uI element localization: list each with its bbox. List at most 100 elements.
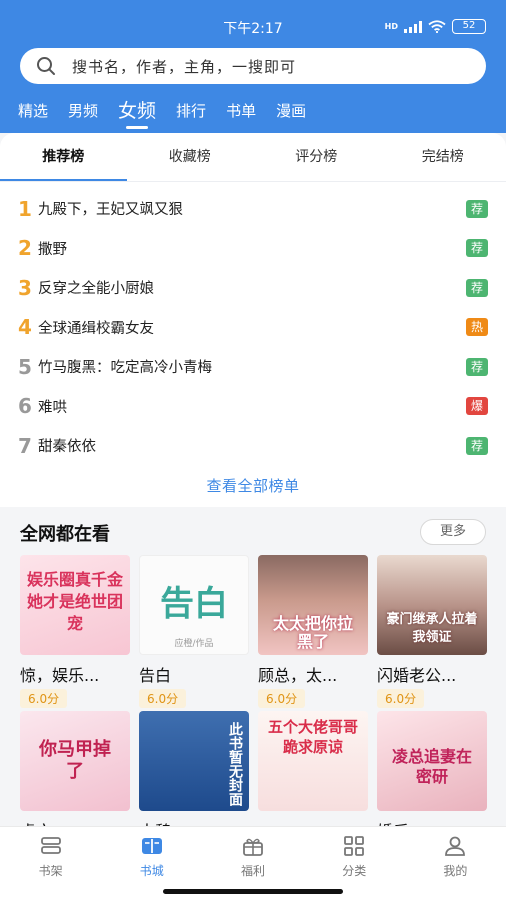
view-all-rankings-link[interactable]: 查看全部榜单 (0, 475, 506, 496)
status-bar: 下午2:17 HD 52 (0, 0, 506, 44)
book-card[interactable]: 豪门继承人拉着我领证 闪婚老公... 6.0分 (377, 555, 487, 708)
book-card[interactable]: 此书暂无封面 太魏... (139, 711, 249, 842)
hot-badge: 热 (466, 318, 488, 337)
recommend-badge: 荐 (466, 278, 488, 297)
recommend-badge: 荐 (466, 436, 488, 455)
nav-label: 书架 (38, 864, 63, 878)
cover-author: 应橙/作品 (174, 639, 214, 649)
ranking-item[interactable]: 7 甜秦依依 荐 (18, 426, 488, 466)
rank-number: 2 (18, 236, 32, 261)
category-tabs: 精选 男频 女频 排行 书单 漫画 (18, 96, 326, 129)
bookstore-icon (141, 838, 162, 854)
book-cover: 你马甲掉了 (20, 711, 130, 811)
app-header: 下午2:17 HD 52 搜书名，作者，主角，一搜即可 精选 男频 女频 排行 … (0, 0, 506, 133)
rank-number: 6 (18, 394, 32, 419)
more-button[interactable]: 更多 (420, 519, 486, 545)
recommend-badge: 荐 (466, 239, 488, 258)
nav-profile[interactable]: 我的 (405, 827, 506, 900)
cover-title: 凌总追妻在密研 (391, 747, 472, 786)
book-card[interactable]: 五个大佬哥哥跪求原谅 ... (258, 711, 368, 837)
book-cover: 五个大佬哥哥跪求原谅 (258, 711, 368, 811)
gift-icon (243, 838, 263, 856)
book-card[interactable]: 娱乐圈真千金她才是绝世团宠 惊，娱乐... 6.0分 (20, 555, 130, 708)
rank-title: 甜秦依依 (38, 439, 96, 456)
rank-title: 全球通缉校霸女友 (38, 320, 154, 337)
tab-female[interactable]: 女频 (118, 100, 156, 129)
cover-title: 你马甲掉了 (39, 739, 111, 782)
rank-number: 1 (18, 196, 32, 221)
cover-title: 五个大佬哥哥跪求原谅 (267, 718, 358, 756)
nav-label: 书城 (139, 864, 164, 878)
ranking-item[interactable]: 5 竹马腹黑：吃定高冷小青梅 荐 (18, 347, 488, 387)
divider (0, 181, 506, 182)
book-score: 6.0分 (377, 689, 425, 708)
book-score: 6.0分 (139, 689, 187, 708)
explosive-badge: 爆 (466, 397, 488, 416)
rank-title: 反穿之全能小厨娘 (38, 281, 154, 298)
book-card[interactable]: 凌总追妻在密研 婚后... (377, 711, 487, 842)
book-score: 6.0分 (20, 689, 68, 708)
rank-number: 4 (18, 315, 32, 340)
cover-title: 太太把你拉黑了 (272, 614, 353, 651)
recommend-badge: 荐 (466, 199, 488, 218)
tab-rating[interactable]: 评分榜 (253, 133, 380, 181)
cover-title: 豪门继承人拉着我领证 (386, 612, 478, 645)
ranking-list: 1 九殿下，王妃又飒又狠 荐 2 撒野 荐 3 反穿之全能小厨娘 荐 4 全球通… (18, 189, 488, 466)
book-cover: 豪门继承人拉着我领证 (377, 555, 487, 655)
ranking-tabs: 推荐榜 收藏榜 评分榜 完结榜 (0, 133, 506, 181)
tab-ranking[interactable]: 排行 (176, 100, 206, 122)
tab-booklist[interactable]: 书单 (226, 100, 256, 122)
tab-male[interactable]: 男频 (68, 100, 98, 122)
book-score: 6.0分 (258, 689, 306, 708)
rank-number: 7 (18, 433, 32, 458)
book-cover: 告白 应橙/作品 (139, 555, 249, 655)
book-title: 闪婚老公... (377, 666, 457, 685)
recommend-badge: 荐 (466, 357, 488, 376)
book-cover: 此书暂无封面 (139, 711, 249, 811)
status-icons: HD 52 (385, 19, 486, 34)
rank-title: 难哄 (38, 399, 67, 416)
rank-title: 九殿下，王妃又飒又狠 (38, 202, 183, 219)
nav-label: 分类 (342, 864, 367, 878)
ranking-card: 推荐榜 收藏榜 评分榜 完结榜 1 九殿下，王妃又飒又狠 荐 2 撒野 荐 3 … (0, 133, 506, 507)
ranking-item[interactable]: 1 九殿下，王妃又飒又狠 荐 (18, 189, 488, 229)
section-title: 全网都在看 (20, 524, 110, 545)
search-icon (37, 57, 55, 75)
bookshelf-icon (40, 837, 61, 854)
rank-title: 撒野 (38, 241, 67, 258)
nav-bookshelf[interactable]: 书架 (0, 827, 101, 900)
nav-label: 福利 (241, 864, 266, 878)
cover-title: 娱乐圈真千金她才是绝世团宠 (26, 570, 123, 633)
tab-comics[interactable]: 漫画 (276, 100, 306, 122)
search-placeholder: 搜书名，作者，主角，一搜即可 (72, 57, 297, 76)
book-title: 顾总，太... (258, 666, 338, 685)
nav-label: 我的 (443, 864, 468, 878)
ranking-item[interactable]: 2 撒野 荐 (18, 229, 488, 269)
user-icon (445, 836, 466, 856)
ranking-item[interactable]: 6 难哄 爆 (18, 387, 488, 427)
signal-icon (404, 20, 422, 33)
book-card[interactable]: 你马甲掉了 虐文... (20, 711, 130, 842)
rank-number: 5 (18, 354, 32, 379)
tab-favorites[interactable]: 收藏榜 (127, 133, 254, 181)
battery-icon: 52 (452, 19, 486, 34)
wifi-icon (428, 20, 446, 33)
tab-completed[interactable]: 完结榜 (380, 133, 506, 181)
book-title: 告白 (139, 666, 172, 685)
ranking-item[interactable]: 3 反穿之全能小厨娘 荐 (18, 268, 488, 308)
tab-recommended[interactable]: 推荐榜 (0, 133, 127, 181)
book-card[interactable]: 太太把你拉黑了 顾总，太... 6.0分 (258, 555, 368, 708)
rank-number: 3 (18, 275, 32, 300)
network-type: HD (384, 22, 398, 31)
ranking-item[interactable]: 4 全球通缉校霸女友 热 (18, 308, 488, 348)
home-indicator (163, 889, 343, 894)
book-cover: 娱乐圈真千金她才是绝世团宠 (20, 555, 130, 655)
grid-icon (344, 836, 365, 856)
book-card[interactable]: 告白 应橙/作品 告白 6.0分 (139, 555, 249, 708)
book-title: 惊，娱乐... (20, 666, 100, 685)
book-cover: 太太把你拉黑了 (258, 555, 368, 655)
cover-title: 此书暂无封面 (227, 722, 243, 806)
rank-title: 竹马腹黑：吃定高冷小青梅 (38, 360, 212, 377)
tab-featured[interactable]: 精选 (18, 100, 48, 122)
search-bar[interactable]: 搜书名，作者，主角，一搜即可 (20, 48, 486, 84)
